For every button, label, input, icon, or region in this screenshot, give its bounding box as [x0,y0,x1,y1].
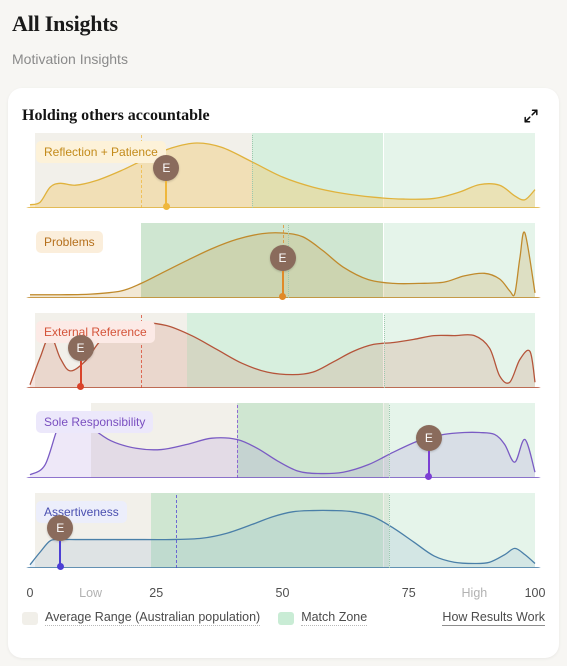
how-results-work-link[interactable]: How Results Work [442,610,545,626]
score-reference-line [176,495,178,568]
legend-swatch-average-range [22,611,38,625]
score-marker-dot [77,383,84,390]
series-label: Reflection + Patience [36,141,166,163]
score-marker[interactable]: E [415,425,442,480]
axis-tick: 75 [401,586,416,600]
legend-swatch-match-zone [278,611,295,625]
series-label: Problems [36,231,103,253]
match-zone-boundary-line [388,405,390,478]
score-marker-badge: E [415,425,442,451]
chart-row[interactable]: Sole Responsibility E [22,403,545,481]
legend-item-average-range: Average Range (Australian population) [22,610,261,626]
series-label: Sole Responsibility [36,411,154,433]
chart-legend: Average Range (Australian population) Ma… [22,610,545,626]
card-title: Holding others accountable [22,107,210,124]
axis-tick: 25 [149,586,164,600]
score-marker[interactable]: E [269,245,296,300]
match-zone-boundary-line [252,135,254,208]
score-marker-stem [281,271,284,294]
score-reference-line [237,405,239,478]
score-marker[interactable]: E [67,335,94,390]
score-marker-dot [425,473,433,480]
score-marker-stem [165,181,168,204]
insight-card: Holding others accountable Reflection + … [8,88,559,658]
chart-rows: Reflection + Patience E Problems E External … [22,133,545,583]
axis-tick: 0 [26,586,34,600]
score-marker-badge: E [153,155,180,181]
chart-row[interactable]: Assertiveness E [22,493,545,571]
score-marker-badge: E [269,245,296,271]
score-marker-stem [427,451,430,474]
chart-row[interactable]: External Reference E [22,313,545,391]
match-zone-boundary-line [383,315,385,388]
axis-tick: Low [79,586,103,600]
expand-diagonal-arrows-icon[interactable] [521,106,541,126]
x-axis: 0 Low 25 50 75 High 100 [22,585,546,605]
page-header: All Insights Motivation Insights [0,0,567,68]
score-marker[interactable]: E [47,515,74,570]
score-marker-dot [56,563,64,570]
score-marker-badge: E [67,335,94,361]
series-label: External Reference [36,321,155,343]
chart-row[interactable]: Reflection + Patience E [22,133,545,211]
axis-tick: 50 [275,586,290,600]
chart-row[interactable]: Problems E [22,223,545,301]
score-marker-stem [59,541,62,564]
match-zone-boundary-line [388,495,390,568]
score-marker-badge: E [47,515,74,541]
expand-icon-svg [524,109,538,123]
axis-tick: High [461,586,488,600]
score-marker-dot [279,293,286,300]
axis-tick: 100 [524,586,546,600]
legend-item-match-zone: Match Zone [278,610,368,626]
page-title: All Insights [12,11,118,36]
score-marker-dot [162,203,170,210]
score-marker[interactable]: E [153,155,180,210]
score-marker-stem [79,361,82,384]
page-subtitle: Motivation Insights [12,51,128,67]
legend-label-average-range: Average Range (Australian population) [45,610,261,626]
legend-label-match-zone: Match Zone [301,610,368,626]
card-header: Holding others accountable [8,88,559,126]
